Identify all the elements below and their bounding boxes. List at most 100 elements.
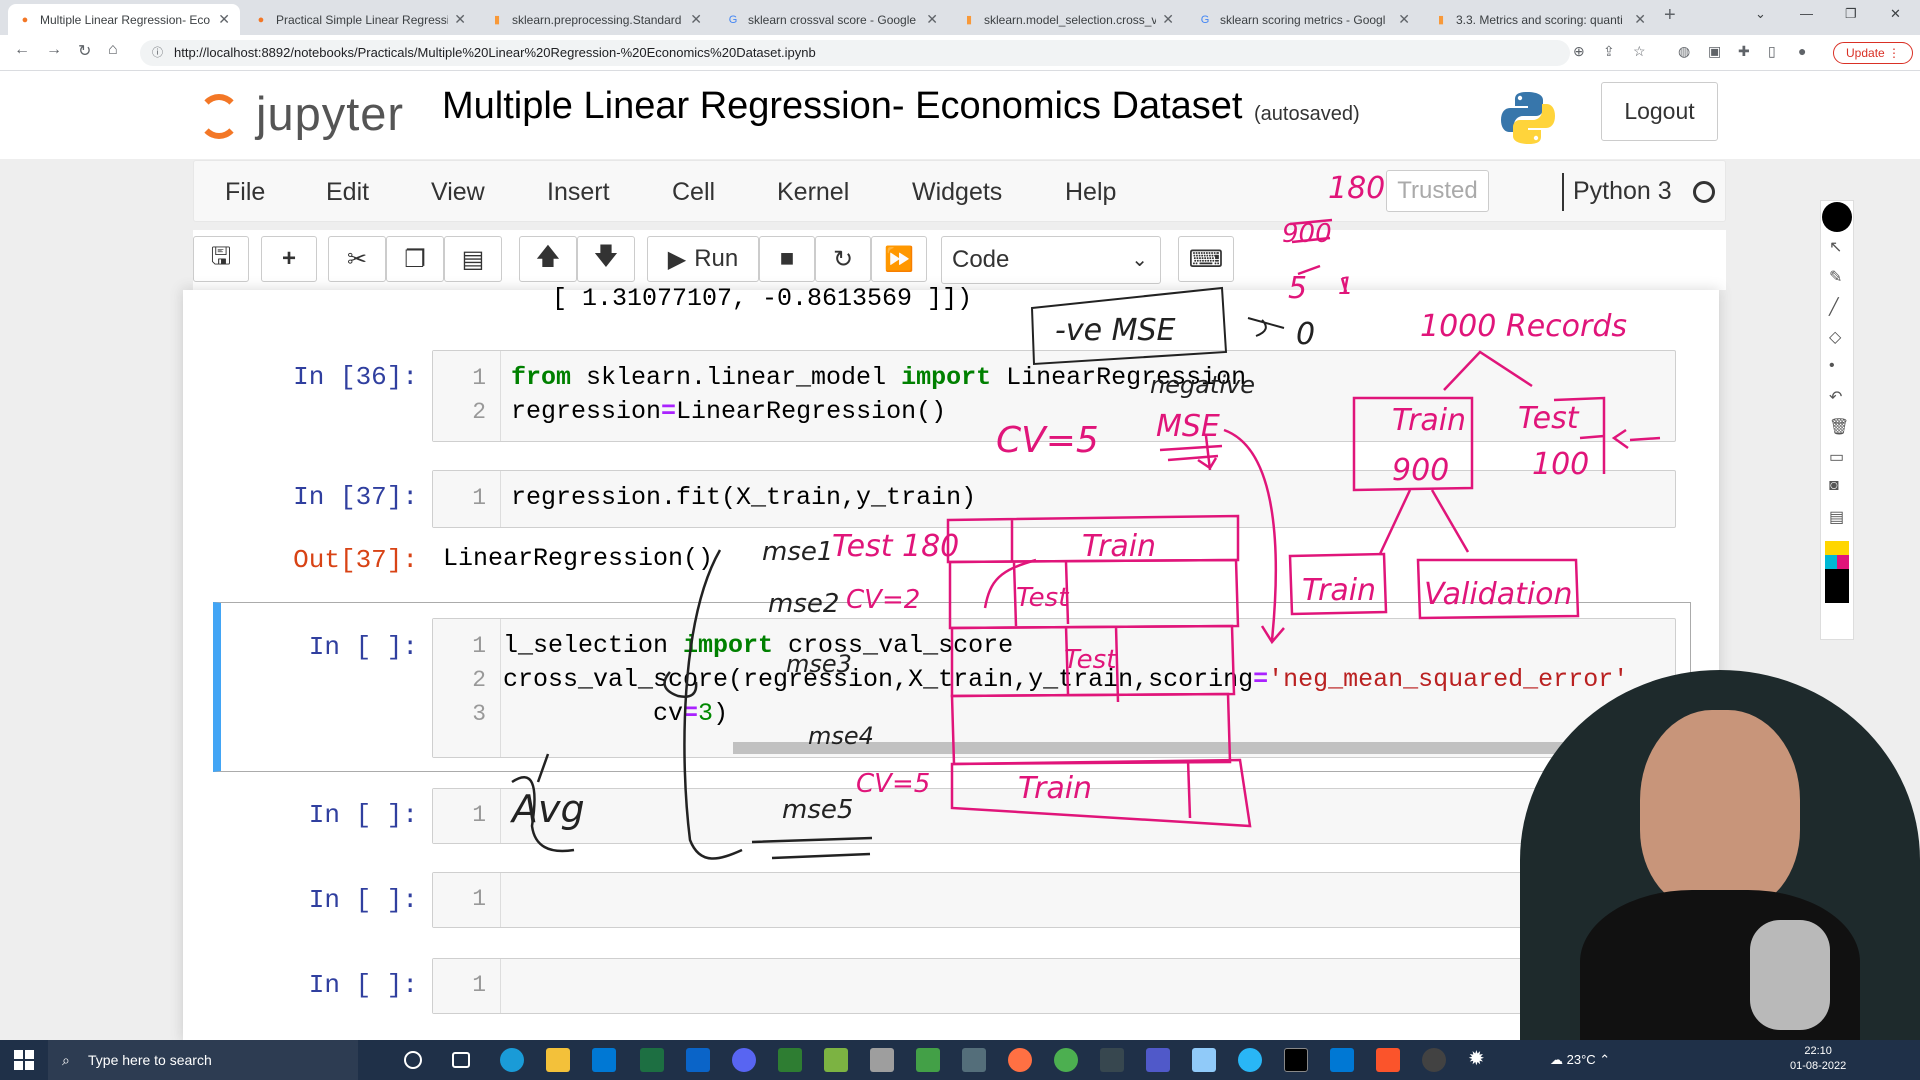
- file-explorer-icon[interactable]: [546, 1048, 570, 1072]
- menu-file[interactable]: File: [225, 178, 265, 207]
- horizontal-scrollbar[interactable]: [733, 742, 1683, 754]
- restore-icon[interactable]: ❐: [1845, 6, 1857, 22]
- zoom-icon[interactable]: ⊕: [1573, 43, 1585, 60]
- code-line[interactable]: cross_val_score(regression,X_train,y_tra…: [503, 665, 1628, 694]
- tab-6[interactable]: ▮ 3.3. Metrics and scoring: quanti ✕: [1424, 4, 1656, 35]
- code-cell[interactable]: 1 2 from sklearn.linear_model import Lin…: [432, 350, 1676, 442]
- cut-button[interactable]: ✂: [328, 236, 386, 282]
- close-icon[interactable]: ✕: [1162, 11, 1174, 28]
- menu-help[interactable]: Help: [1065, 178, 1116, 207]
- code-cell[interactable]: 1 regression.fit(X_train,y_train): [432, 470, 1676, 528]
- move-up-button[interactable]: 🡅: [519, 236, 577, 282]
- kernel-name[interactable]: Python 3: [1573, 177, 1672, 206]
- taskbar-search[interactable]: ⌕ Type here to search: [48, 1040, 358, 1080]
- trash-icon[interactable]: 🗑: [1829, 417, 1849, 437]
- taskbar-clock[interactable]: 22:10 01-08-2022: [1790, 1044, 1846, 1074]
- app-icon[interactable]: [916, 1048, 940, 1072]
- trusted-indicator[interactable]: Trusted: [1386, 170, 1489, 212]
- clipboard-icon[interactable]: ▤: [1829, 507, 1844, 527]
- tab-2[interactable]: ▮ sklearn.preprocessing.Standard ✕: [480, 4, 712, 35]
- run-button[interactable]: ▶ Run: [647, 236, 759, 282]
- jupyter-logo[interactable]: jupyter: [198, 86, 403, 141]
- command-palette-button[interactable]: ⌨: [1178, 236, 1234, 282]
- close-icon[interactable]: ✕: [926, 11, 938, 28]
- app-icon[interactable]: [824, 1048, 848, 1072]
- sidebar-icon[interactable]: ▯: [1768, 43, 1776, 60]
- logout-button[interactable]: Logout: [1601, 82, 1718, 141]
- undo-icon[interactable]: ↶: [1829, 387, 1842, 407]
- menu-widgets[interactable]: Widgets: [912, 178, 1002, 207]
- drawing-tool-menu-icon[interactable]: [1822, 202, 1852, 232]
- app-icon[interactable]: [870, 1048, 894, 1072]
- code-line[interactable]: regression=LinearRegression(): [511, 397, 946, 426]
- home-icon[interactable]: ⌂: [108, 41, 118, 59]
- minimize-icon[interactable]: —: [1800, 6, 1813, 21]
- close-icon[interactable]: ✕: [1634, 11, 1646, 28]
- menu-view[interactable]: View: [431, 178, 485, 207]
- close-icon[interactable]: ✕: [454, 11, 466, 28]
- bookmark-star-icon[interactable]: ☆: [1633, 43, 1646, 60]
- notebook-title[interactable]: Multiple Linear Regression- Economics Da…: [442, 85, 1242, 128]
- code-line[interactable]: l_selection import cross_val_score: [503, 631, 1013, 660]
- color-magenta[interactable]: [1837, 555, 1849, 569]
- tab-4[interactable]: ▮ sklearn.model_selection.cross_v ✕: [952, 4, 1184, 35]
- pen-icon[interactable]: ✎: [1829, 267, 1842, 287]
- copy-button[interactable]: ❐: [386, 236, 444, 282]
- teams-icon[interactable]: [1146, 1048, 1170, 1072]
- reload-icon[interactable]: ↻: [78, 41, 91, 61]
- tab-search-icon[interactable]: ⌄: [1755, 6, 1766, 22]
- menu-cell[interactable]: Cell: [672, 178, 715, 207]
- code-line[interactable]: from sklearn.linear_model import LinearR…: [511, 363, 1246, 392]
- tab-1[interactable]: ● Practical Simple Linear Regressi ✕: [244, 4, 476, 35]
- app-icon[interactable]: [1008, 1048, 1032, 1072]
- eraser-icon[interactable]: ◇: [1829, 327, 1841, 347]
- cell-type-select[interactable]: Code ⌄: [941, 236, 1161, 284]
- app-icon[interactable]: [778, 1048, 802, 1072]
- extension-icon[interactable]: ▣: [1708, 43, 1721, 60]
- new-tab-button[interactable]: +: [1664, 4, 1676, 27]
- tab-5[interactable]: G sklearn scoring metrics - Googl ✕: [1188, 4, 1420, 35]
- cortana-icon[interactable]: [404, 1051, 422, 1069]
- move-down-button[interactable]: 🡇: [577, 236, 635, 282]
- color-black[interactable]: [1825, 569, 1849, 603]
- restart-run-all-button[interactable]: ⏩: [871, 236, 927, 282]
- tab-3[interactable]: G sklearn crossval score - Google ✕: [716, 4, 948, 35]
- info-icon[interactable]: ⓘ: [152, 40, 163, 66]
- share-icon[interactable]: ⇪: [1603, 43, 1615, 60]
- system-tray[interactable]: ☁ 23°C ⌃: [1550, 1052, 1610, 1068]
- extension-icon[interactable]: ◍: [1678, 43, 1690, 60]
- menu-edit[interactable]: Edit: [326, 178, 369, 207]
- puzzle-icon[interactable]: ✚: [1738, 43, 1750, 60]
- code-cell[interactable]: 1 2 3 l_selection import cross_val_score…: [432, 618, 1676, 758]
- code-cell[interactable]: 1: [432, 788, 1676, 844]
- edge-icon[interactable]: [500, 1048, 524, 1072]
- paste-button[interactable]: ▤: [444, 236, 502, 282]
- store-icon[interactable]: [592, 1048, 616, 1072]
- close-icon[interactable]: ✕: [218, 11, 230, 28]
- app-icon[interactable]: [732, 1048, 756, 1072]
- brave-icon[interactable]: [1376, 1048, 1400, 1072]
- chrome-icon[interactable]: [1054, 1048, 1078, 1072]
- back-icon[interactable]: ←: [14, 41, 30, 59]
- code-cell[interactable]: 1: [432, 958, 1676, 1014]
- app-icon[interactable]: [1100, 1048, 1124, 1072]
- windows-start-icon[interactable]: [14, 1050, 34, 1070]
- task-view-icon[interactable]: [452, 1052, 470, 1068]
- close-icon[interactable]: ✕: [690, 11, 702, 28]
- cursor-icon[interactable]: ↖: [1829, 237, 1842, 257]
- url-field[interactable]: ⓘ http://localhost:8892/notebooks/Practi…: [140, 40, 1570, 66]
- tab-0[interactable]: ● Multiple Linear Regression- Eco ✕: [8, 4, 240, 35]
- insert-cell-button[interactable]: +: [261, 236, 317, 282]
- dot-icon[interactable]: •: [1829, 357, 1835, 375]
- excel-icon[interactable]: [640, 1048, 664, 1072]
- interrupt-button[interactable]: ■: [759, 236, 815, 282]
- save-button[interactable]: 🖫: [193, 236, 249, 282]
- app-icon[interactable]: [1238, 1048, 1262, 1072]
- settings-icon[interactable]: ✹: [1468, 1046, 1492, 1070]
- color-cyan[interactable]: [1825, 555, 1837, 569]
- highlighter-icon[interactable]: ╱: [1829, 297, 1839, 317]
- camera-icon[interactable]: ◙: [1829, 477, 1839, 495]
- whiteboard-icon[interactable]: ▭: [1829, 447, 1844, 467]
- close-icon[interactable]: ✕: [1398, 11, 1410, 28]
- mail-icon[interactable]: [686, 1048, 710, 1072]
